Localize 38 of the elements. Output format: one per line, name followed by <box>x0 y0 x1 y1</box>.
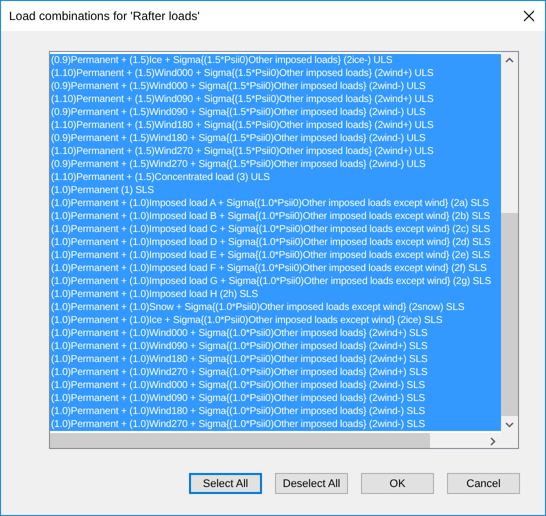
combination-item[interactable]: (1.0)Permanent + (1.0)Wind270 + Sigma{(1.0*Psii0)Other imposed loads} (2wind+) SLS <box>50 366 501 379</box>
combination-item[interactable]: (1.10)Permanent + (1.5)Wind090 + Sigma{(1.5*Psii0)Other imposed loads} (2wind+) ULS <box>50 93 501 106</box>
combination-item[interactable]: (1.0)Permanent + (1.0)Wind270 + Sigma{(1.0*Psii0)Other imposed loads} (2wind-) SLS <box>50 418 501 431</box>
dialog-button[interactable]: Deselect All <box>275 473 348 494</box>
combination-item[interactable]: (0.9)Permanent + (1.5)Wind270 + Sigma{(1.5*Psii0)Other imposed loads} (2wind-) ULS <box>50 158 501 171</box>
combination-item[interactable]: (1.0)Permanent + (1.0)Wind000 + Sigma{(1.0*Psii0)Other imposed loads} (2wind+) SLS <box>50 327 501 340</box>
combination-item[interactable]: (1.0)Permanent + (1.0)Imposed load H (2h) SLS <box>50 288 501 301</box>
combination-item[interactable]: (1.0)Permanent + (1.0)Imposed load E + Sigma{(1.0*Psii0)Other imposed loads except wind} (2e) SLS <box>50 249 501 262</box>
dialog-button[interactable]: Cancel <box>447 473 520 494</box>
scrollbar-thumb[interactable] <box>501 213 518 416</box>
combination-item[interactable]: (1.0)Permanent + (1.0)Imposed load F + Sigma{(1.0*Psii0)Other imposed loads except wind} (2f) SLS <box>50 262 501 275</box>
combination-item[interactable]: (0.9)Permanent + (1.5)Wind180 + Sigma{(1.5*Psii0)Other imposed loads} (2wind-) ULS <box>50 132 501 145</box>
combination-item[interactable]: (1.0)Permanent + (1.0)Snow + Sigma{(1.0*Psii0)Other imposed loads except wind} (2snow) SLS <box>50 301 501 314</box>
combination-item[interactable]: (1.10)Permanent + (1.5)Wind270 + Sigma{(1.5*Psii0)Other imposed loads} (2wind+) ULS <box>50 145 501 158</box>
combination-item[interactable]: (1.0)Permanent + (1.0)Wind090 + Sigma{(1.0*Psii0)Other imposed loads} (2wind+) SLS <box>50 340 501 353</box>
window-title: Load combinations for 'Rafter loads' <box>9 9 200 23</box>
scrollbar-thumb[interactable] <box>50 433 430 448</box>
combination-item[interactable]: (1.0)Permanent + (1.0)Wind180 + Sigma{(1.0*Psii0)Other imposed loads} (2wind-) SLS <box>50 405 501 418</box>
combination-item[interactable]: (1.0)Permanent + (1.0)Ice + Sigma{(1.0*Psii0)Other imposed loads except wind} (2ice) SLS <box>50 314 501 327</box>
combination-item[interactable]: (1.10)Permanent + (1.5)Wind000 + Sigma{(1.5*Psii0)Other imposed loads} (2wind+) ULS <box>50 67 501 80</box>
close-icon[interactable] <box>523 10 535 22</box>
combination-item[interactable]: (1.10)Permanent + (1.5)Concentrated load (3) ULS <box>50 171 501 184</box>
combination-item[interactable]: (1.0)Permanent (1) SLS <box>50 184 501 197</box>
dialog-button[interactable]: OK <box>361 473 434 494</box>
combination-item[interactable]: (0.9)Permanent + (1.5)Ice + Sigma{(1.5*Psii0)Other imposed loads} (2ice-) ULS <box>50 54 501 67</box>
combination-item[interactable]: (1.0)Permanent + (1.0)Wind090 + Sigma{(1.0*Psii0)Other imposed loads} (2wind-) SLS <box>50 392 501 405</box>
combination-item[interactable]: (1.10)Permanent + (1.5)Wind180 + Sigma{(1.5*Psii0)Other imposed loads} (2wind+) ULS <box>50 119 501 132</box>
combination-item[interactable]: (0.9)Permanent + (1.5)Wind000 + Sigma{(1.5*Psii0)Other imposed loads} (2wind-) ULS <box>50 80 501 93</box>
combination-item[interactable]: (1.0)Permanent + (1.0)Wind000 + Sigma{(1.0*Psii0)Other imposed loads} (2wind-) SLS <box>50 379 501 392</box>
combination-item[interactable]: (0.9)Permanent + (1.5)Wind090 + Sigma{(1.5*Psii0)Other imposed loads} (2wind-) ULS <box>50 106 501 119</box>
dialog-button[interactable]: Select All <box>189 473 262 494</box>
combination-item[interactable]: (1.0)Permanent + (1.0)Imposed load G + Sigma{(1.0*Psii0)Other imposed loads except wind} (2g) SLS <box>50 275 501 288</box>
combination-item[interactable]: (1.0)Permanent + (1.0)Imposed load B + Sigma{(1.0*Psii0)Other imposed loads except wind} (2b) SLS <box>50 210 501 223</box>
combinations-list[interactable] <box>49 51 519 449</box>
combination-item[interactable]: (1.0)Permanent + (1.0)Imposed load C + Sigma{(1.0*Psii0)Other imposed loads except wind} (2c) SLS <box>50 223 501 236</box>
combination-item[interactable]: (1.0)Permanent + (1.0)Imposed load A + Sigma{(1.0*Psii0)Other imposed loads except wind} (2a) SLS <box>50 197 501 210</box>
combination-item[interactable]: (1.0)Permanent + (1.0)Wind180 + Sigma{(1.0*Psii0)Other imposed loads} (2wind+) SLS <box>50 353 501 366</box>
combination-item[interactable]: (1.0)Permanent + (1.0)Imposed load D + Sigma{(1.0*Psii0)Other imposed loads except wind} (2d) SLS <box>50 236 501 249</box>
